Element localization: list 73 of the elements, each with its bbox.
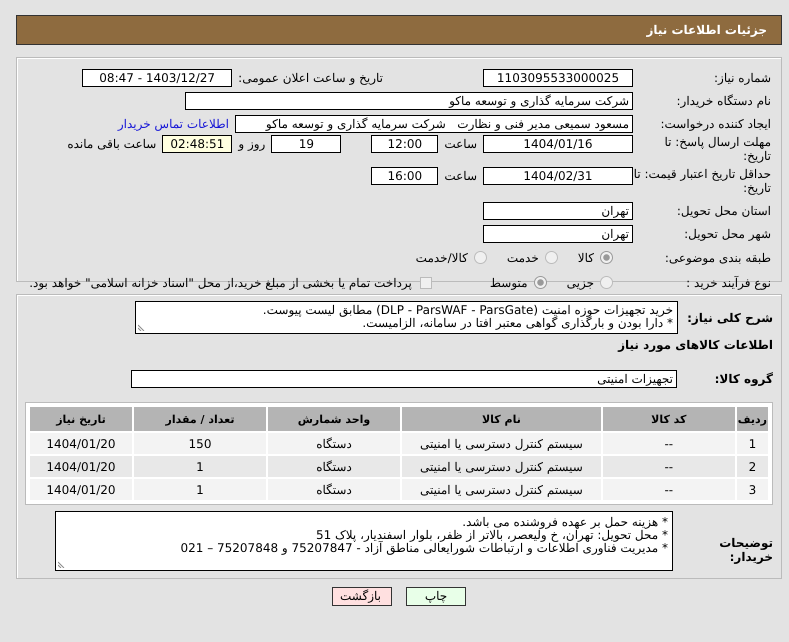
table-cell: 1 (736, 433, 768, 454)
days-label: روز و (238, 136, 266, 153)
resize-grip-icon (138, 323, 146, 331)
description-line: * دارا بودن و بارگذاری گواهی معتبر افتا در سامانه، الزامیست. (362, 317, 673, 330)
field-label: طبقه بندی موضوعی: (664, 250, 771, 264)
time-field: 12:00 (371, 135, 438, 153)
column-header: نام کالا (402, 407, 601, 431)
date-field: 1404/01/16 (483, 135, 633, 153)
table-cell: 2 (736, 456, 768, 477)
column-header: ردیف (736, 407, 768, 431)
table-cell: 1404/01/20 (30, 456, 132, 477)
column-header: تاریخ نیاز (30, 407, 132, 431)
table-cell: دستگاه (268, 433, 400, 454)
buyer-org-field: شرکت سرمایه گذاری و توسعه ماکو (185, 92, 633, 110)
column-header: واحد شمارش (268, 407, 400, 431)
goods-group-field: تجهیزات امنیتی (131, 370, 677, 388)
table-cell: 1 (134, 456, 266, 477)
table-cell: دستگاه (268, 479, 400, 500)
time-label: ساعت (444, 168, 477, 185)
print-button[interactable]: چاپ (406, 587, 466, 606)
table-cell: سیستم کنترل دسترسی یا امنیتی (402, 433, 601, 454)
table-cell: دستگاه (268, 456, 400, 477)
description-line: خرید تجهیزات حوزه امنیت (DLP - ParsWAF - ParsGate) مطابق لیست پیوست. (262, 304, 673, 317)
province-field: تهران (483, 202, 633, 220)
time-label: ساعت (444, 136, 477, 153)
field-label: شرح کلی نیاز: (686, 310, 774, 325)
category-radio[interactable]: کالا (578, 250, 613, 264)
field-label: تاریخ و ساعت اعلان عمومی: (238, 70, 383, 84)
table-cell: -- (602, 456, 735, 477)
notes-line: * محل تحویل: تهران، خ ولیعصر، بالاتر از ظفر، بلوار اسفندیار، پلاک 51 (316, 529, 668, 542)
page-title: جزئیات اطلاعات نیاز (646, 23, 767, 37)
field-label: ایجاد کننده درخواست: (659, 116, 771, 130)
table-cell: سیستم کنترل دسترسی یا امنیتی (402, 456, 601, 477)
field-label: نام دستگاه خریدار: (676, 94, 771, 108)
field-label: نوع فرآیند خرید : (685, 276, 771, 290)
remaining-label: ساعت باقی مانده (67, 136, 156, 153)
column-header: تعداد / مقدار (134, 407, 266, 431)
city-field: تهران (483, 224, 633, 242)
back-button[interactable]: بازگشت (332, 587, 392, 606)
table-cell: 3 (736, 479, 768, 500)
field-label: استان محل تحویل: (676, 204, 771, 218)
table-cell: 1404/01/20 (30, 433, 132, 454)
field-label: حداقل تاریخ اعتبار قیمت: تا تاریخ: (633, 167, 771, 195)
remaining-time-field: 02:48:51 (162, 135, 232, 153)
field-label: توضیحات خریدار: (718, 535, 774, 564)
resize-grip-icon (58, 560, 66, 568)
buyer-contact-link[interactable]: اطلاعات تماس خریدار (118, 116, 229, 130)
category-radio[interactable]: خدمت (506, 250, 558, 264)
process-radio[interactable]: متوسط (490, 276, 547, 290)
days-field: 19 (271, 135, 342, 153)
table-cell: -- (602, 433, 735, 454)
creator-field: مسعود سمیعی مدیر فنی و نظارت شرکت سرمایه گذاری و توسعه ماکو (235, 114, 633, 132)
table-cell: -- (602, 479, 735, 500)
field-label: شماره نیاز: (713, 70, 771, 84)
process-radio[interactable]: جزیی (566, 276, 613, 290)
table-cell: 150 (134, 433, 266, 454)
field-label: گروه کالا: (714, 372, 774, 386)
table-cell: سیستم کنترل دسترسی یا امنیتی (402, 479, 601, 500)
announce-date-field: 1403/12/27 - 08:47 (82, 68, 232, 86)
table-cell: 1 (134, 479, 266, 500)
time-field: 16:00 (371, 167, 438, 185)
field-label: مهلت ارسال پاسخ: تا تاریخ: (663, 135, 771, 163)
table-cell: 1404/01/20 (30, 479, 132, 500)
column-header: کد کالا (602, 407, 735, 431)
category-radio[interactable]: کالا/خدمت (416, 250, 487, 264)
date-field: 1404/02/31 (483, 167, 633, 185)
notes-line: * هزینه حمل بر عهده فروشنده می باشد. (462, 516, 668, 529)
payment-checkbox[interactable] (420, 276, 432, 288)
field-label: شهر محل تحویل: (683, 226, 771, 240)
section-heading: اطلاعات کالاهای مورد نیاز (616, 337, 774, 354)
need-number-field: 1103095533000025 (483, 68, 633, 86)
payment-checkbox-label: پرداخت تمام یا بخشی از مبلغ خرید،از محل "اسناد خزانه اسلامی" خواهد بود. (29, 276, 412, 290)
notes-line: * مدیریت فناوری اطلاعات و ارتباطات شورایعالی مناطق آزاد - 75207847 و 75207848 – 021 (180, 542, 668, 555)
